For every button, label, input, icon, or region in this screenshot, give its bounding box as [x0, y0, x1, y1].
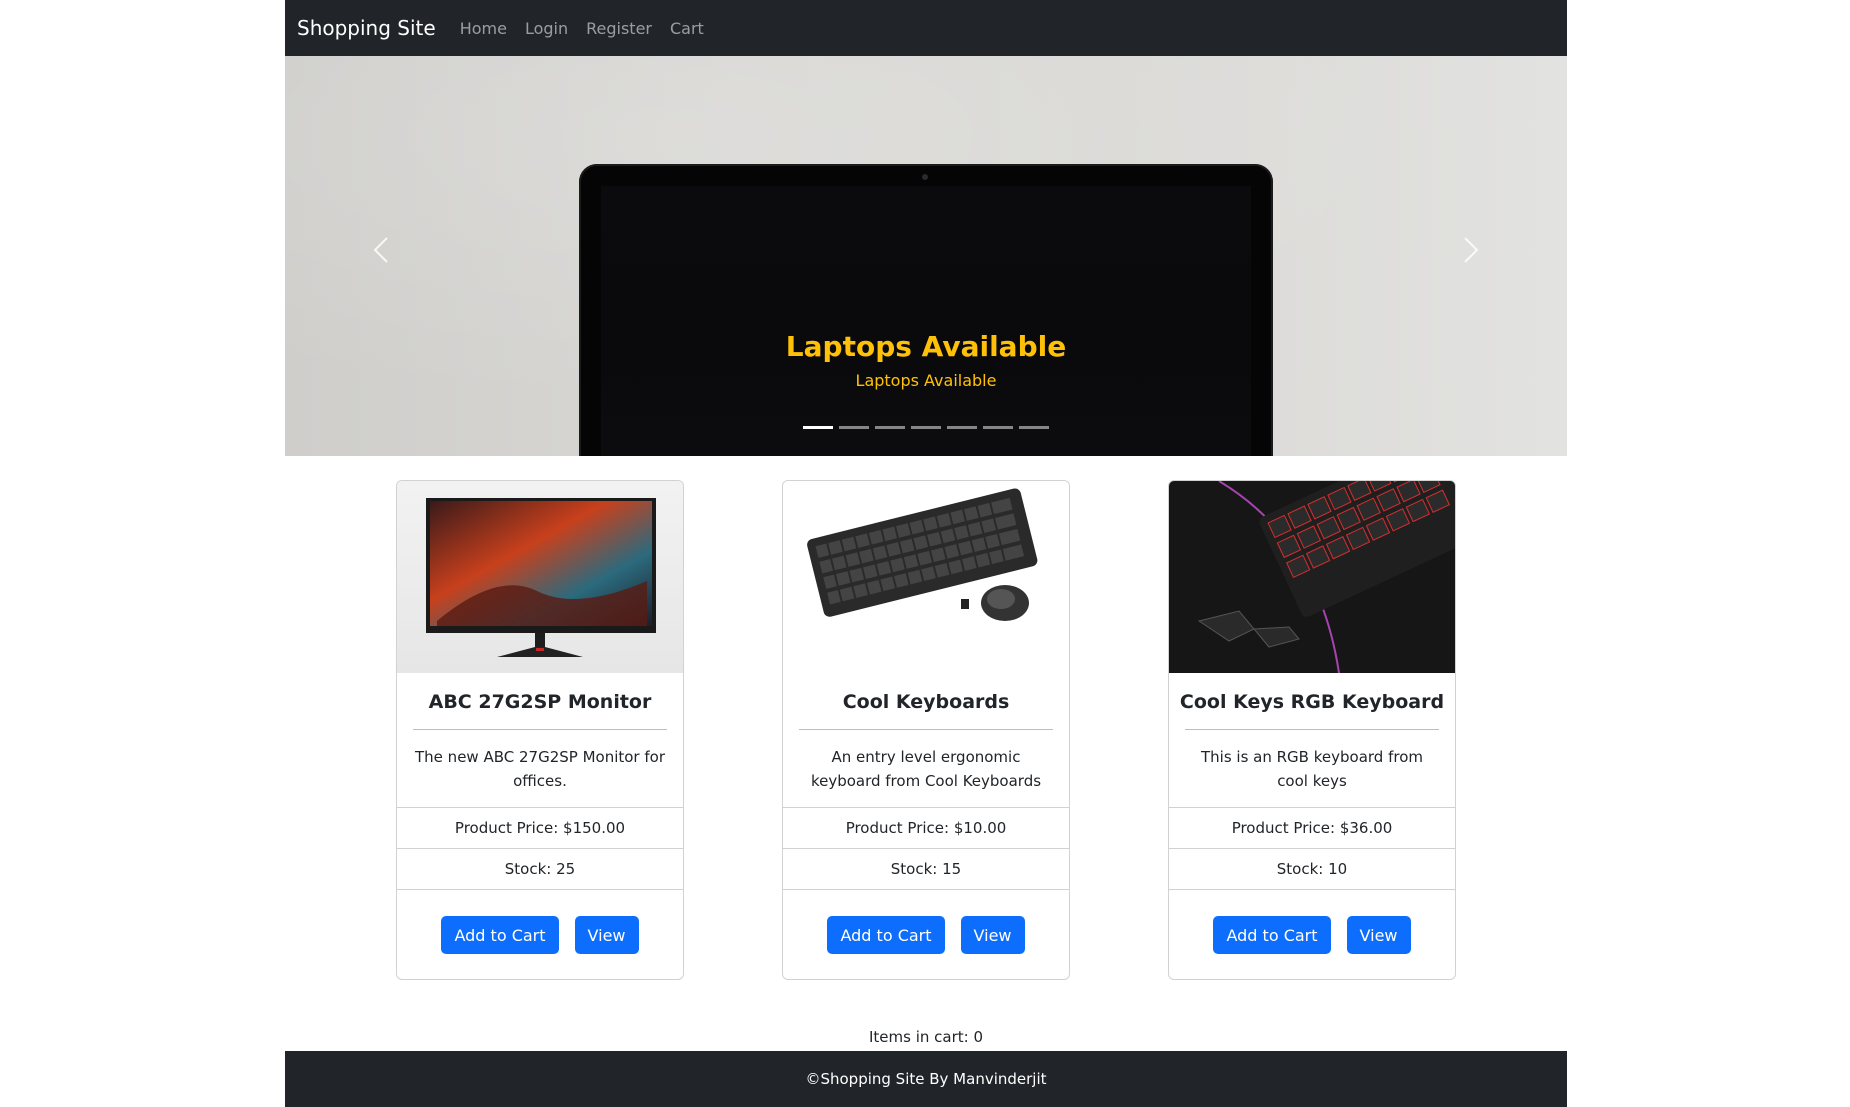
product-card-footer: Add to Cart View: [1169, 889, 1455, 979]
product-card-body: Cool Keyboards An entry level ergonomic …: [783, 673, 1069, 807]
product-title: ABC 27G2SP Monitor: [428, 691, 652, 713]
carousel-indicator[interactable]: [839, 426, 869, 429]
divider: [1185, 729, 1439, 730]
product-image-keyboard: [783, 481, 1069, 673]
view-product-button[interactable]: View: [960, 916, 1025, 954]
carousel-subtitle: Laptops Available: [855, 371, 997, 390]
product-price: Product Price: $10.00: [783, 807, 1069, 848]
page-footer: ©Shopping Site By Manvinderjit: [285, 1051, 1567, 1107]
view-product-button[interactable]: View: [1346, 916, 1411, 954]
product-card-body: ABC 27G2SP Monitor The new ABC 27G2SP Mo…: [397, 673, 683, 807]
footer-text: ©Shopping Site By Manvinderjit: [805, 1070, 1047, 1088]
product-stock: Stock: 15: [783, 848, 1069, 889]
product-image-monitor: [397, 481, 683, 673]
add-to-cart-button[interactable]: Add to Cart: [1213, 916, 1331, 954]
carousel-indicator[interactable]: [1019, 426, 1049, 429]
product-image-rgb-keyboard: [1169, 481, 1455, 673]
add-to-cart-button[interactable]: Add to Cart: [441, 916, 559, 954]
divider: [413, 729, 667, 730]
carousel-caption: Laptops Available Laptops Available: [285, 330, 1567, 392]
hero-carousel: Laptops Available Laptops Available: [285, 56, 1567, 456]
product-price: Product Price: $150.00: [397, 807, 683, 848]
page-container: Shopping Site Home Login Register Cart L…: [285, 0, 1567, 1107]
product-description: The new ABC 27G2SP Monitor for offices.: [415, 748, 665, 790]
divider: [799, 729, 1053, 730]
carousel-title: Laptops Available: [785, 330, 1067, 363]
product-title: Cool Keyboards: [842, 691, 1010, 713]
carousel-indicators: [803, 426, 1049, 429]
carousel-prev-button[interactable]: [361, 234, 401, 274]
product-description: This is an RGB keyboard from cool keys: [1201, 748, 1423, 790]
carousel-indicator[interactable]: [983, 426, 1013, 429]
navbar: Shopping Site Home Login Register Cart: [285, 0, 1567, 56]
carousel-indicator[interactable]: [803, 426, 833, 429]
product-stock: Stock: 10: [1169, 848, 1455, 889]
chevron-right-icon: [1461, 233, 1481, 274]
chevron-left-icon: [371, 233, 391, 274]
nav-link-register[interactable]: Register: [586, 19, 652, 38]
laptop-screen: [601, 186, 1251, 456]
nav-link-cart[interactable]: Cart: [670, 19, 704, 38]
nav-link-home[interactable]: Home: [460, 19, 507, 38]
product-price: Product Price: $36.00: [1169, 807, 1455, 848]
product-card: ABC 27G2SP Monitor The new ABC 27G2SP Mo…: [396, 480, 684, 980]
product-card-footer: Add to Cart View: [397, 889, 683, 979]
brand-link[interactable]: Shopping Site: [297, 16, 436, 40]
product-title: Cool Keys RGB Keyboard: [1179, 691, 1445, 713]
product-card: Cool Keys RGB Keyboard This is an RGB ke…: [1168, 480, 1456, 980]
product-card: Cool Keyboards An entry level ergonomic …: [782, 480, 1070, 980]
cart-item-count: Items in cart: 0: [868, 1028, 984, 1046]
product-card-body: Cool Keys RGB Keyboard This is an RGB ke…: [1169, 673, 1455, 807]
product-stock: Stock: 25: [397, 848, 683, 889]
product-description: An entry level ergonomic keyboard from C…: [810, 748, 1042, 790]
carousel-next-button[interactable]: [1451, 234, 1491, 274]
laptop-image: [579, 164, 1273, 456]
product-list: ABC 27G2SP Monitor The new ABC 27G2SP Mo…: [285, 480, 1567, 980]
product-card-footer: Add to Cart View: [783, 889, 1069, 979]
carousel-indicator[interactable]: [911, 426, 941, 429]
carousel-indicator[interactable]: [947, 426, 977, 429]
laptop-camera: [922, 174, 928, 180]
carousel-indicator[interactable]: [875, 426, 905, 429]
add-to-cart-button[interactable]: Add to Cart: [827, 916, 945, 954]
view-product-button[interactable]: View: [574, 916, 639, 954]
nav-link-login[interactable]: Login: [525, 19, 568, 38]
